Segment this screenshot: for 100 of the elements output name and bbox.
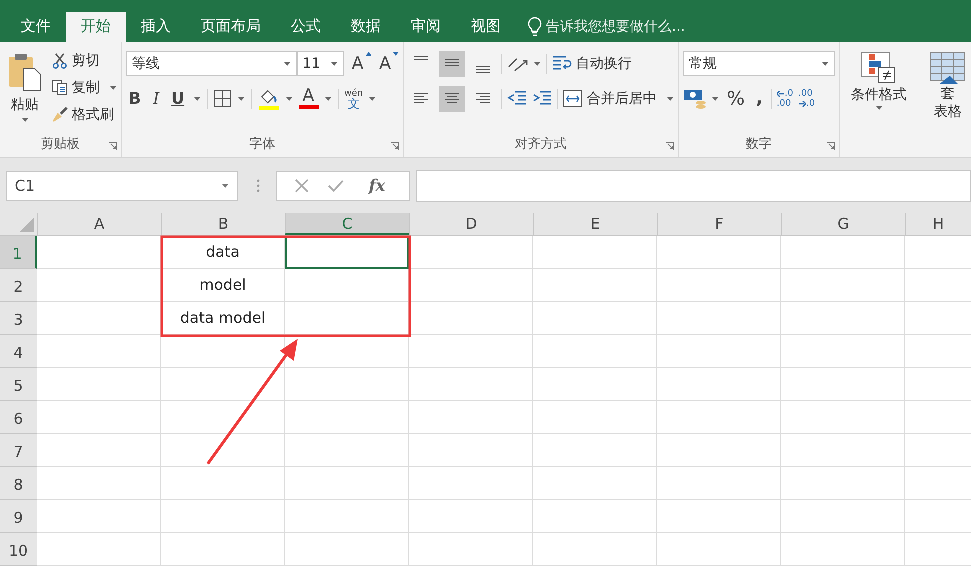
caret-icon xyxy=(22,118,28,122)
number-format-field[interactable]: 常规 xyxy=(683,51,835,76)
ribbon-tab[interactable]: 公式 xyxy=(276,12,336,42)
font-name-field[interactable]: 等线 xyxy=(126,51,297,76)
table-cell-text: data xyxy=(205,242,241,263)
horizontal-align-icon[interactable] xyxy=(439,86,465,112)
ribbon-tab[interactable]: 开始 xyxy=(66,12,126,42)
ribbon-tab[interactable]: 数据 xyxy=(336,12,396,42)
format-painter-button[interactable]: 格式刷 xyxy=(52,104,117,125)
phonetic-button[interactable]: wén 文 xyxy=(344,88,364,108)
ribbon-tab[interactable]: 插入 xyxy=(126,12,186,42)
copy-icon xyxy=(52,80,68,96)
caret-icon xyxy=(667,96,674,100)
copy-button[interactable]: 复制 xyxy=(52,77,117,98)
paintbrush-icon xyxy=(52,106,68,122)
row-header[interactable]: 3 xyxy=(0,302,37,335)
group-label: 字体 xyxy=(250,136,276,153)
table-icon xyxy=(930,52,966,84)
triangle-icon xyxy=(20,218,34,232)
increase-indent-icon[interactable] xyxy=(532,90,552,108)
row-header[interactable]: 8 xyxy=(0,467,37,500)
dialog-launcher-icon[interactable] xyxy=(827,142,835,150)
caret-icon xyxy=(876,106,882,110)
column-header[interactable]: C xyxy=(285,213,409,235)
tell-me-field[interactable]: 告诉我您想要做什么... xyxy=(528,12,686,42)
font-size-field[interactable]: 11 xyxy=(296,51,344,76)
dialog-launcher-icon[interactable] xyxy=(109,142,117,150)
caret-icon xyxy=(534,62,541,66)
formula-input[interactable] xyxy=(416,170,971,202)
dialog-launcher-icon[interactable] xyxy=(666,142,674,150)
increase-decimal-button[interactable]: .0 .00 xyxy=(776,88,794,108)
ribbon-tab[interactable]: 审阅 xyxy=(396,12,456,42)
decrease-indent-icon[interactable] xyxy=(507,90,527,108)
row-header[interactable]: 4 xyxy=(0,335,37,368)
column-header[interactable]: G xyxy=(781,213,905,235)
caret-icon xyxy=(822,62,829,66)
wrap-text-icon xyxy=(552,54,572,72)
caret-icon xyxy=(222,184,229,188)
vertical-align-icon[interactable] xyxy=(439,50,465,76)
scissors-icon xyxy=(52,52,68,68)
row-header[interactable]: 6 xyxy=(0,401,37,434)
caret-icon xyxy=(369,96,376,100)
active-cell[interactable] xyxy=(285,236,409,269)
down-triangle-icon xyxy=(393,52,399,56)
caret-icon xyxy=(330,62,338,66)
row-header[interactable]: 2 xyxy=(0,269,37,302)
merge-center-button[interactable]: 合并后居中 xyxy=(563,88,674,109)
ribbon-tab[interactable]: 视图 xyxy=(456,12,516,42)
paste-button[interactable]: 粘贴 xyxy=(4,50,46,131)
column-header[interactable]: E xyxy=(533,213,657,235)
caret-icon xyxy=(194,96,201,100)
column-header[interactable]: F xyxy=(657,213,781,235)
shrink-font-button[interactable]: A xyxy=(376,54,394,74)
dialog-launcher-icon[interactable] xyxy=(391,142,399,150)
caret-icon xyxy=(324,96,332,100)
caret-icon xyxy=(712,96,719,100)
column-header[interactable]: A xyxy=(37,213,161,235)
bold-button[interactable]: B xyxy=(126,89,144,108)
underline-button[interactable]: U xyxy=(168,89,188,108)
row-header[interactable]: 5 xyxy=(0,368,37,401)
cut-button[interactable]: 剪切 xyxy=(52,50,117,71)
insert-function-button[interactable]: fx xyxy=(362,175,392,196)
clipboard-icon xyxy=(7,52,43,92)
currency-icon[interactable] xyxy=(683,88,707,110)
caret-icon xyxy=(284,62,291,66)
table-cell-text: model xyxy=(198,275,248,296)
ribbon-tab[interactable]: 文件 xyxy=(6,12,66,42)
fill-color-icon[interactable] xyxy=(258,88,280,110)
check-icon[interactable] xyxy=(328,178,344,192)
up-triangle-icon xyxy=(366,52,372,56)
left-arrow-icon xyxy=(776,90,784,96)
conditional-formatting-button[interactable]: 条件格式 xyxy=(844,42,914,157)
decrease-decimal-button[interactable]: .00 .0 xyxy=(798,88,816,108)
grow-font-button[interactable]: A xyxy=(348,54,367,74)
name-box[interactable]: C1 xyxy=(6,170,238,200)
ribbon-tab[interactable]: 页面布局 xyxy=(186,12,276,42)
caret-icon xyxy=(238,96,245,100)
borders-icon[interactable] xyxy=(214,90,232,108)
comma-button[interactable]: , xyxy=(753,88,766,109)
caret-icon xyxy=(286,96,293,100)
row-header[interactable]: 7 xyxy=(0,434,37,467)
wrap-text-button[interactable]: 自动换行 xyxy=(552,53,632,74)
format-as-table-button[interactable]: 套 表格 xyxy=(918,42,971,157)
row-header[interactable]: 10 xyxy=(0,533,37,566)
right-arrow-icon xyxy=(798,100,806,106)
column-header[interactable]: D xyxy=(409,213,533,235)
row-header[interactable]: 9 xyxy=(0,500,37,533)
merge-cells-icon xyxy=(563,90,583,108)
drag-handle-icon[interactable] xyxy=(257,178,260,192)
row-header[interactable]: 1 xyxy=(0,236,37,269)
font-color-button[interactable]: A xyxy=(298,88,319,109)
percent-button[interactable]: % xyxy=(724,88,748,110)
group-label: 数字 xyxy=(746,136,772,153)
group-label: 对齐方式 xyxy=(515,136,567,153)
conditional-formatting-icon xyxy=(861,52,897,84)
caret-icon xyxy=(110,86,117,90)
column-header[interactable]: H xyxy=(905,213,971,235)
group-label: 剪贴板 xyxy=(41,136,80,153)
italic-button[interactable]: I xyxy=(150,89,163,108)
lightbulb-icon xyxy=(528,17,542,37)
